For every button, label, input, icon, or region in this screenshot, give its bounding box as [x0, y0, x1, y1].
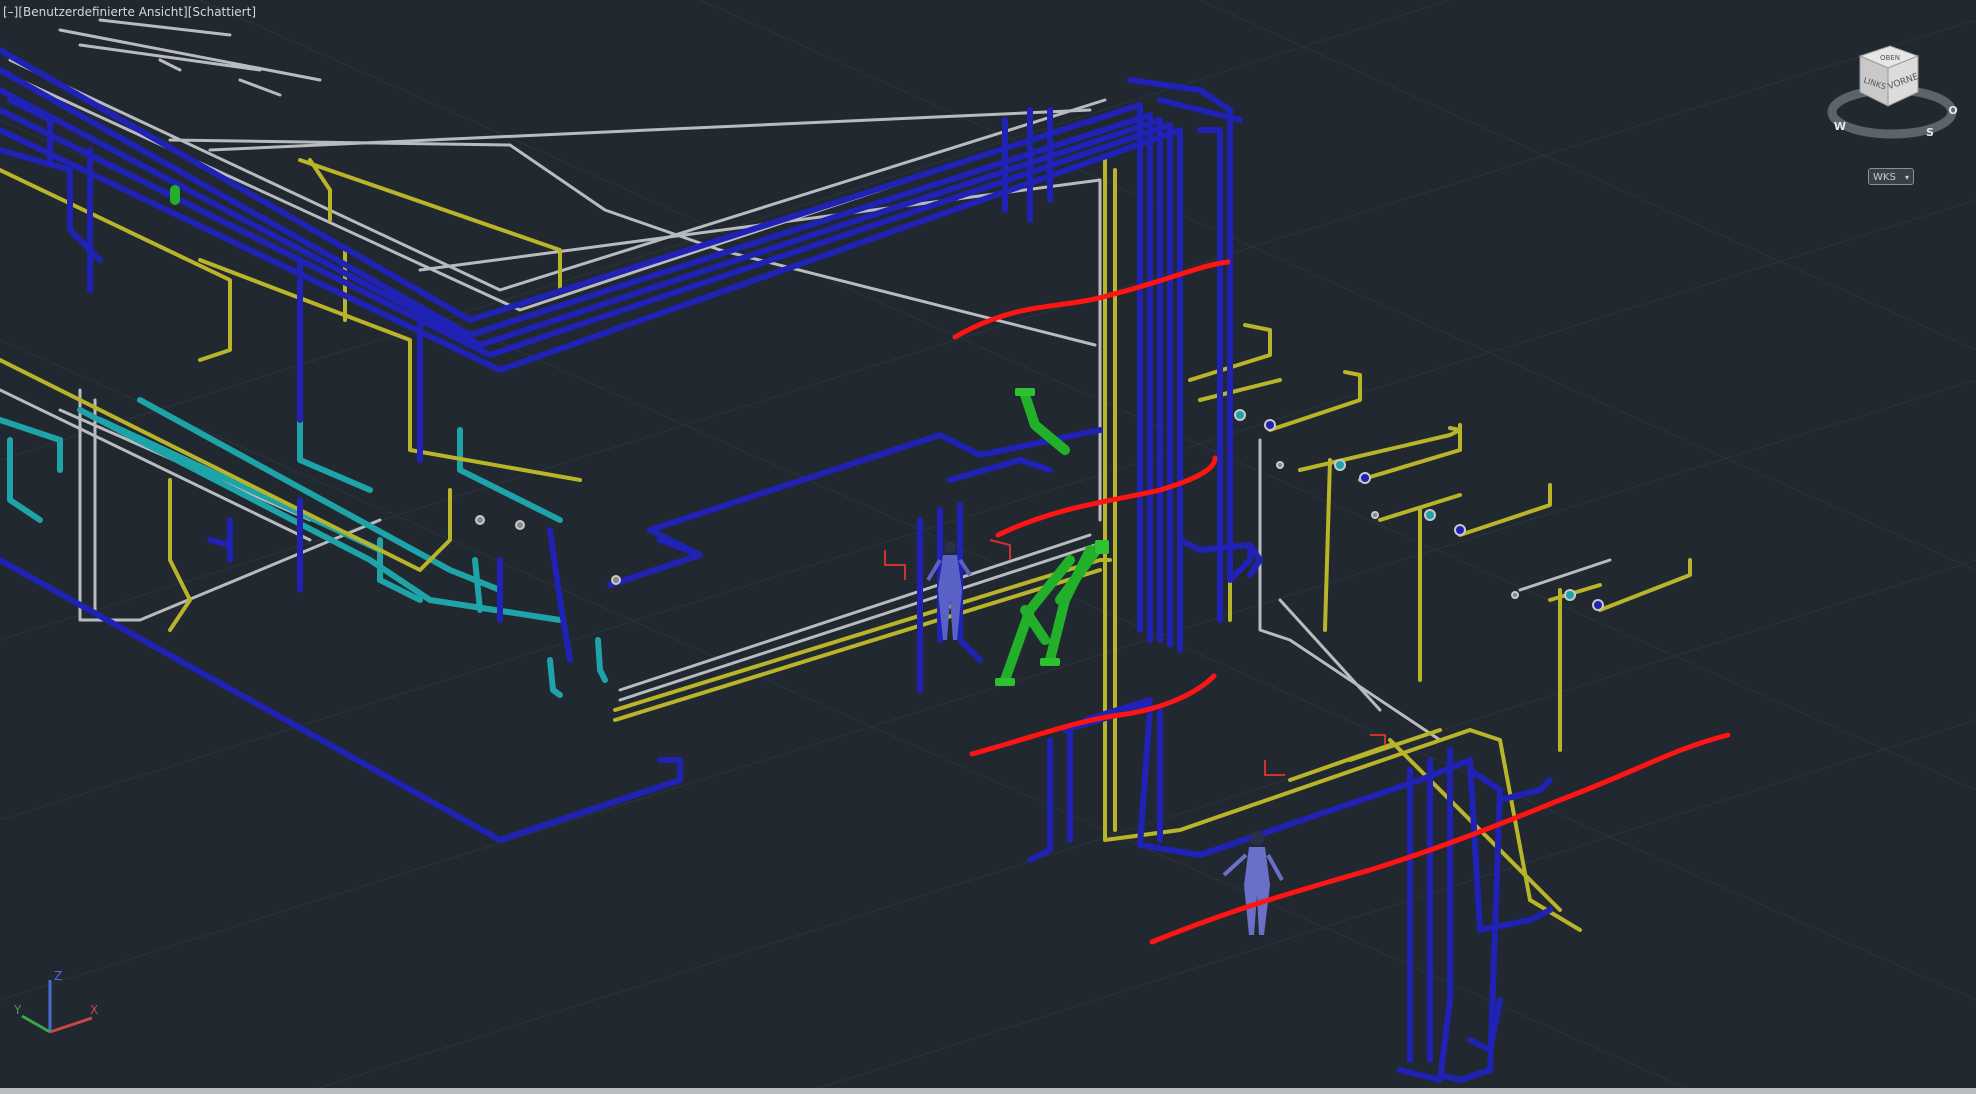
ucs-icon: Z X Y — [13, 970, 98, 1034]
wcs-menu-button[interactable]: WKS ▾ — [1868, 168, 1914, 185]
viewport-controls-label: [–][Benutzerdefinierte Ansicht][Schattie… — [3, 5, 256, 19]
pipes-gray — [0, 18, 1612, 742]
viewcube[interactable]: OBEN LINKS VORNE W S O — [1820, 42, 1960, 162]
ucs-y-label: Y — [13, 1003, 22, 1017]
compass-s-label: S — [1926, 126, 1934, 139]
compass-w-label: W — [1834, 120, 1846, 133]
wcs-label: WKS — [1873, 172, 1896, 183]
worker-figure — [926, 541, 972, 640]
layout-tab-strip — [0, 1088, 1976, 1094]
pipes-yellow — [0, 158, 1692, 932]
chevron-down-icon: ▾ — [1904, 173, 1909, 182]
ucs-z-label: Z — [54, 970, 62, 983]
viewport-control-menu[interactable]: [–] — [3, 5, 18, 19]
ground-grid — [0, 0, 1976, 1094]
piping-3d-model[interactable] — [0, 0, 1976, 1094]
cube-top-label: OBEN — [1880, 54, 1900, 62]
visual-style-menu[interactable]: [Schattiert] — [188, 5, 256, 19]
model-viewport[interactable]: [–][Benutzerdefinierte Ansicht][Schattie… — [0, 0, 1976, 1094]
ucs-x-label: X — [90, 1003, 98, 1017]
compass-o-label: O — [1948, 104, 1957, 117]
view-preset-menu[interactable]: [Benutzerdefinierte Ansicht] — [18, 5, 187, 19]
